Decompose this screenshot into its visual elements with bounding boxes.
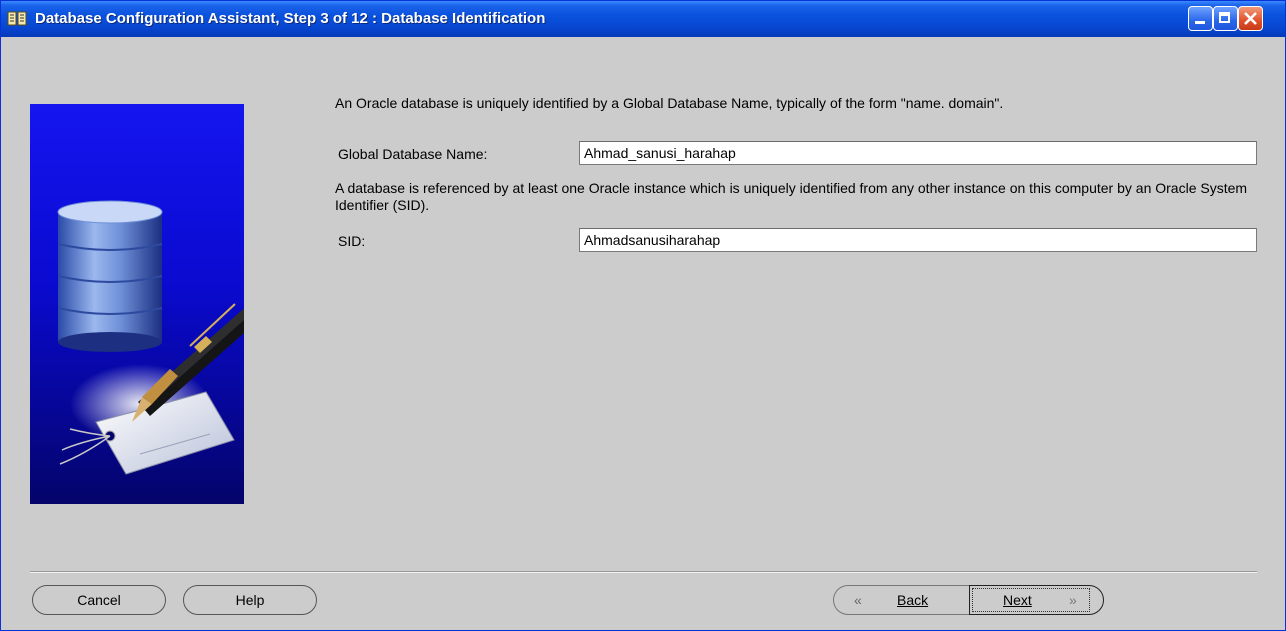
sid-description: A database is referenced by at least one… xyxy=(335,180,1248,213)
minimize-icon xyxy=(1195,21,1205,24)
help-label: Help xyxy=(235,592,265,608)
back-button[interactable]: « Back xyxy=(833,585,970,615)
database-app-icon xyxy=(7,10,29,27)
sid-label: SID: xyxy=(338,233,366,249)
title-bar[interactable]: Database Configuration Assistant, Step 3… xyxy=(1,1,1285,37)
wizard-content: An Oracle database is uniquely identifie… xyxy=(1,37,1285,630)
next-button[interactable]: Next » xyxy=(969,585,1104,615)
maximize-icon xyxy=(1219,12,1230,23)
global-db-name-label: Global Database Name: xyxy=(338,146,488,162)
intro-description: An Oracle database is uniquely identifie… xyxy=(335,95,1004,111)
global-db-name-field[interactable] xyxy=(579,141,1257,165)
back-label: Back xyxy=(897,592,929,608)
cancel-button[interactable]: Cancel xyxy=(32,585,166,615)
next-label: Next xyxy=(1003,592,1032,608)
sid-field[interactable] xyxy=(579,228,1257,252)
minimize-button[interactable] xyxy=(1188,6,1213,31)
cancel-label: Cancel xyxy=(77,592,121,608)
close-button[interactable] xyxy=(1238,6,1263,31)
help-button[interactable]: Help xyxy=(183,585,317,615)
window-title: Database Configuration Assistant, Step 3… xyxy=(35,10,546,27)
next-arrow-icon: » xyxy=(1069,592,1077,608)
dbca-window: Database Configuration Assistant, Step 3… xyxy=(0,0,1286,631)
footer-divider xyxy=(30,571,1257,573)
back-arrow-icon: « xyxy=(854,592,862,608)
close-icon xyxy=(1244,12,1257,25)
navigation-buttons: « Back Next » xyxy=(833,585,1104,615)
maximize-button[interactable] xyxy=(1213,6,1238,31)
database-pen-illustration xyxy=(30,104,304,504)
